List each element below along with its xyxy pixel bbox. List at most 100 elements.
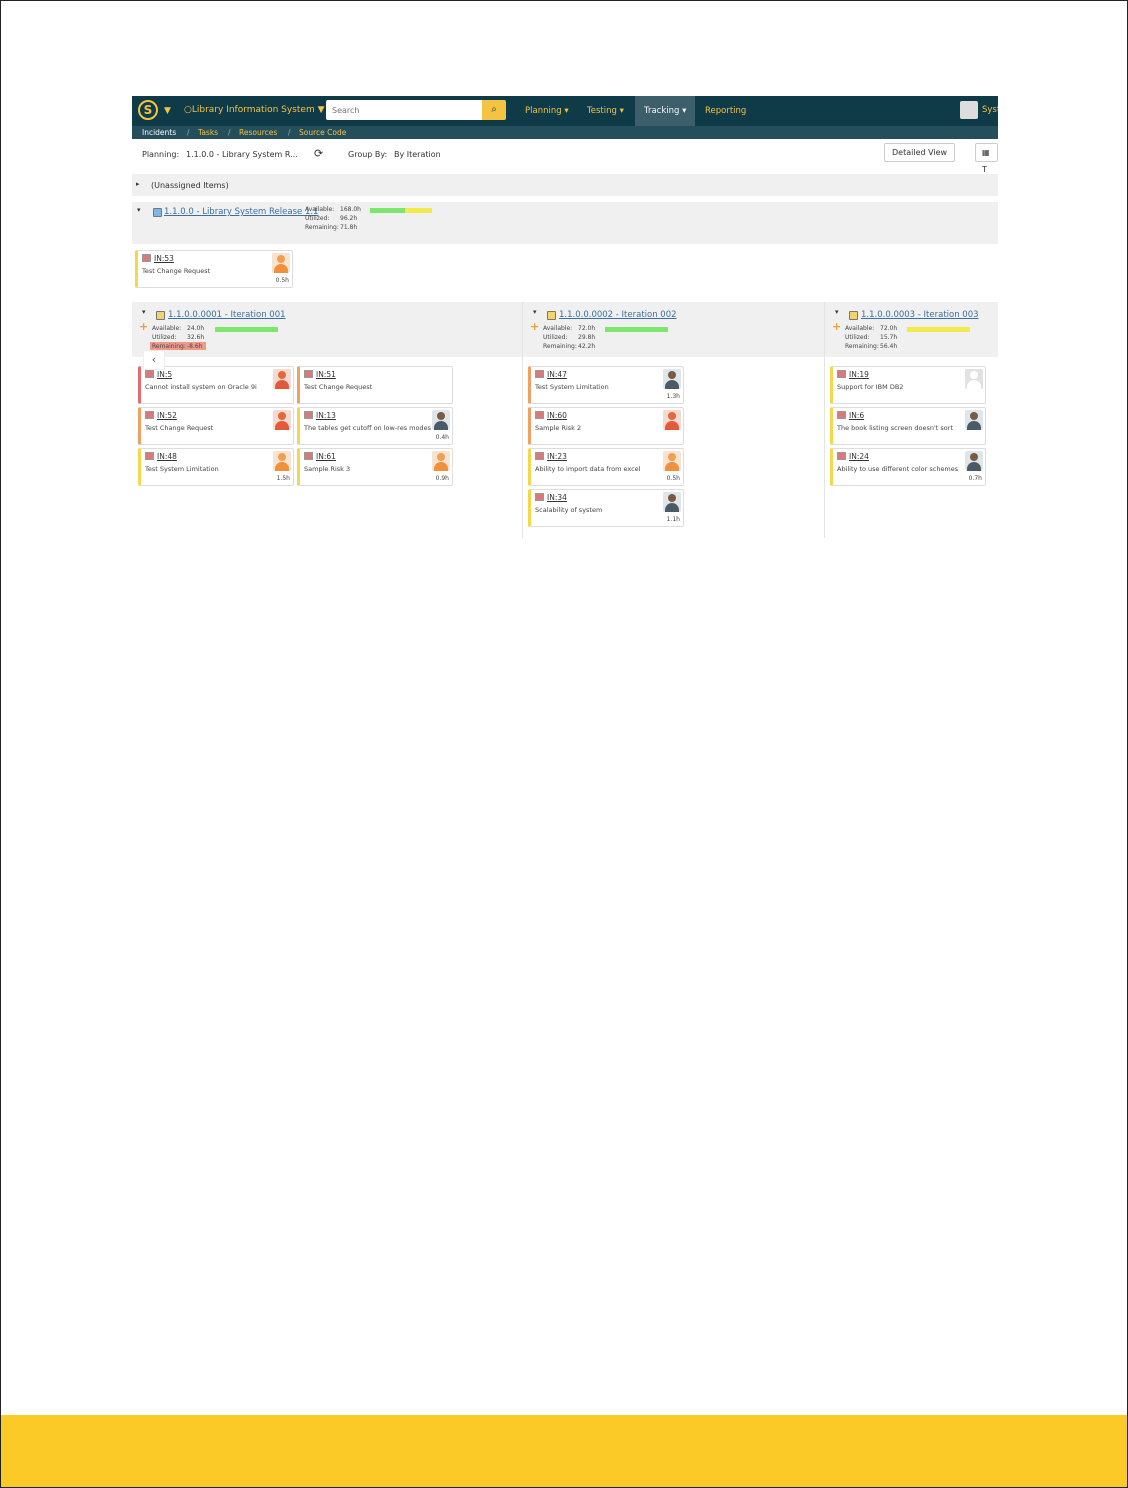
collapse-toggle-icon[interactable]: ▾: [142, 308, 146, 316]
avatar-body: [967, 380, 981, 389]
avatar: [965, 369, 983, 389]
menu-reporting-label: Reporting: [705, 106, 747, 116]
user-avatar[interactable]: [960, 101, 978, 119]
unassigned-row[interactable]: ▸ (Unassigned Items): [132, 174, 998, 196]
incident-id-link[interactable]: IN:19: [849, 370, 869, 379]
incident-id-link[interactable]: IN:52: [157, 411, 177, 420]
detailed-view-button[interactable]: Detailed View: [884, 143, 956, 162]
add-icon[interactable]: +: [832, 320, 841, 333]
iteration-link[interactable]: 1.1.0.0.0003 - Iteration 003: [861, 310, 979, 320]
kanban-app: S ▼ ○Library Information System ▼ ⌕ Plan…: [132, 96, 998, 538]
incident-hours: 0.5h: [275, 277, 289, 284]
add-icon[interactable]: +: [139, 320, 148, 333]
subnav-tasks[interactable]: Tasks: [198, 126, 218, 139]
avatar-head: [668, 412, 676, 420]
incident-id-link[interactable]: IN:24: [849, 452, 869, 461]
menu-tracking[interactable]: Tracking ▾: [635, 96, 696, 126]
stat-line: Utilized: 32.6h: [152, 333, 204, 342]
stat-label: Available:: [152, 325, 182, 332]
column-divider: [824, 302, 825, 538]
group-by-select[interactable]: By Iteration: [394, 150, 441, 159]
iteration-link[interactable]: 1.1.0.0.0002 - Iteration 002: [559, 310, 677, 320]
menu-testing[interactable]: Testing ▾: [578, 96, 633, 126]
chevron-down-icon[interactable]: ▼: [164, 106, 171, 116]
iteration-stats: Available: 72.0h Utilized: 15.7h Remaining:5…: [845, 324, 897, 351]
incident-card[interactable]: IN:5 Cannot install system on Oracle 9i: [138, 366, 294, 404]
avatar-body: [665, 380, 679, 389]
stat-value: 71.8h: [340, 224, 358, 231]
stat-line: Remaining:56.4h: [845, 342, 897, 351]
user-name[interactable]: Syst: [982, 105, 998, 115]
incident-card[interactable]: IN:13 The tables get cutoff on low-res mo…: [297, 407, 453, 445]
menu-reporting[interactable]: Reporting: [696, 96, 755, 126]
incident-id-link[interactable]: IN:34: [547, 493, 567, 502]
incident-icon: [837, 370, 846, 378]
planning-release-select[interactable]: 1.1.0.0 - Library System R...: [186, 150, 298, 159]
incident-card[interactable]: IN:6 The book listing screen doesn't sort: [830, 407, 986, 445]
incident-card[interactable]: IN:53 Test Change Request 0.5h: [135, 250, 293, 288]
avatar-head: [437, 412, 445, 420]
incident-hours: 1.1h: [666, 516, 680, 523]
incident-id-link[interactable]: IN:23: [547, 452, 567, 461]
collapse-toggle-icon[interactable]: ▾: [137, 206, 141, 214]
incident-card[interactable]: IN:51 Test Change Request: [297, 366, 453, 404]
incident-id-link[interactable]: IN:6: [849, 411, 864, 420]
stat-line: Utilized: 29.8h: [543, 333, 595, 342]
search-input[interactable]: [326, 100, 482, 120]
avatar: [272, 253, 290, 273]
project-selector[interactable]: ○Library Information System ▼: [184, 105, 325, 115]
incident-id-link[interactable]: IN:5: [157, 370, 172, 379]
iteration-stats: Available: 24.0h Utilized: 32.6h Remaining:-…: [152, 324, 204, 351]
stat-value: 96.2h: [340, 215, 358, 222]
progress-used: [907, 327, 970, 332]
incident-id-link[interactable]: IN:53: [154, 254, 174, 263]
caret-down-icon: ▾: [619, 106, 624, 116]
incident-icon: [145, 370, 154, 378]
avatar-body: [275, 421, 289, 430]
incident-id-link[interactable]: IN:48: [157, 452, 177, 461]
stat-value: 72.0h: [578, 325, 596, 332]
subnav-source-code[interactable]: Source Code: [299, 126, 346, 139]
release-link[interactable]: 1.1.0.0 - Library System Release 1.1: [164, 207, 318, 217]
incident-id-link[interactable]: IN:13: [316, 411, 336, 420]
expand-toggle-icon[interactable]: ▸: [136, 180, 140, 188]
incident-card[interactable]: IN:52 Test Change Request: [138, 407, 294, 445]
iteration-icon: [547, 311, 556, 320]
avatar-body: [434, 421, 448, 430]
incident-card[interactable]: IN:60 Sample Risk 2: [528, 407, 684, 445]
incident-card[interactable]: IN:19 Support for IBM DB2: [830, 366, 986, 404]
incident-name: Test System Limitation: [145, 465, 219, 473]
collapse-left-icon[interactable]: ‹: [143, 350, 165, 370]
spira-logo-icon[interactable]: S: [138, 100, 158, 120]
incident-id-link[interactable]: IN:51: [316, 370, 336, 379]
incident-id-link[interactable]: IN:47: [547, 370, 567, 379]
incident-card[interactable]: IN:48 Test System Limitation 1.5h: [138, 448, 294, 486]
avatar-body: [275, 380, 289, 389]
incident-card[interactable]: IN:23 Ability to import data from excel 0.…: [528, 448, 684, 486]
collapse-toggle-icon[interactable]: ▾: [533, 308, 537, 316]
progress-bar: [907, 327, 970, 332]
menu-planning-label: Planning: [525, 106, 562, 116]
incident-name: The tables get cutoff on low-res modes: [304, 424, 431, 432]
incident-card[interactable]: IN:24 Ability to use different color sche…: [830, 448, 986, 486]
table-view-button[interactable]: ▦ T: [975, 143, 998, 174]
subnav-resources[interactable]: Resources: [239, 126, 277, 139]
subnav-incidents[interactable]: Incidents: [142, 126, 176, 139]
avatar-head: [278, 453, 286, 461]
incident-id-link[interactable]: IN:61: [316, 452, 336, 461]
stat-label: Remaining:: [543, 343, 577, 350]
add-icon[interactable]: +: [530, 320, 539, 333]
iteration-link[interactable]: 1.1.0.0.0001 - Iteration 001: [168, 310, 286, 320]
incident-card[interactable]: IN:61 Sample Risk 3 0.9h: [297, 448, 453, 486]
incident-id-link[interactable]: IN:60: [547, 411, 567, 420]
search-icon[interactable]: ⌕: [482, 100, 506, 120]
incident-card[interactable]: IN:47 Test System Limitation 1.3h: [528, 366, 684, 404]
menu-planning[interactable]: Planning ▾: [516, 96, 578, 126]
refresh-icon[interactable]: ⟳: [314, 147, 323, 160]
incident-card[interactable]: IN:34 Scalability of system 1.1h: [528, 489, 684, 527]
menu-tracking-label: Tracking: [644, 106, 680, 116]
stat-line: Remaining:42.2h: [543, 342, 595, 351]
stat-label: Available:: [845, 325, 875, 332]
incident-name: Cannot install system on Oracle 9i: [145, 383, 257, 391]
collapse-toggle-icon[interactable]: ▾: [835, 308, 839, 316]
